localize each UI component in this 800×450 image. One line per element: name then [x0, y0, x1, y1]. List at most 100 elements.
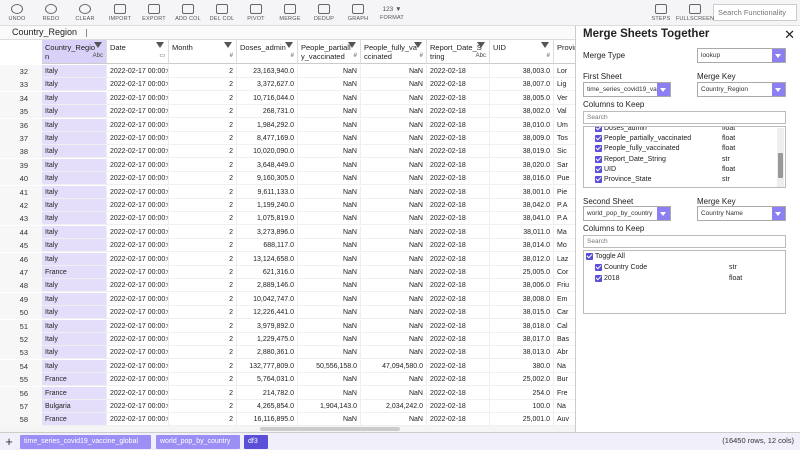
table-cell[interactable]: NaN — [298, 199, 361, 212]
table-cell[interactable]: 2022-02-17 00:00:00 — [107, 413, 169, 427]
table-cell[interactable]: 2022-02-18 — [427, 400, 490, 413]
table-cell[interactable]: P.A — [554, 212, 575, 226]
table-cell[interactable]: 2022-02-17 00:00:00 — [107, 225, 169, 239]
first-sheet-select[interactable]: time_series_covid19_va — [583, 82, 671, 97]
table-cell[interactable]: 2 — [169, 225, 237, 239]
table-cell[interactable]: Italy — [42, 225, 107, 239]
table-cell[interactable]: 23,163,940.0 — [237, 65, 298, 78]
table-cell[interactable]: 38,012.0 — [490, 252, 554, 266]
table-cell[interactable]: 38,007.0 — [490, 78, 554, 92]
table-cell[interactable]: 2022-02-17 00:00:00 — [107, 91, 169, 105]
column-header[interactable]: Provin — [554, 40, 575, 64]
table-cell[interactable]: Em — [554, 293, 575, 306]
table-cell[interactable]: 38,002.0 — [490, 105, 554, 119]
table-cell[interactable]: 2 — [169, 65, 237, 78]
table-cell[interactable]: NaN — [298, 333, 361, 346]
table-cell[interactable]: Pue — [554, 172, 575, 186]
table-cell[interactable]: 2 — [169, 105, 237, 119]
table-cell[interactable]: NaN — [361, 386, 427, 400]
table-cell[interactable]: 100.0 — [490, 400, 554, 413]
table-cell[interactable]: Cal — [554, 320, 575, 333]
table-cell[interactable]: 47,094,580.0 — [361, 359, 427, 373]
table-cell[interactable]: Ma — [554, 226, 575, 239]
table-cell[interactable]: NaN — [361, 185, 427, 199]
table-cell[interactable]: Ver — [554, 92, 575, 105]
table-cell[interactable]: 2022-02-18 — [427, 158, 490, 172]
table-cell[interactable]: Italy — [42, 65, 107, 78]
table-cell[interactable]: 2 — [169, 145, 237, 159]
table-cell[interactable]: 2 — [169, 78, 237, 92]
column-search-input-1[interactable] — [583, 111, 786, 124]
steps-button[interactable]: STEPS — [644, 0, 678, 26]
table-cell[interactable]: Italy — [42, 333, 107, 346]
close-icon[interactable]: ✕ — [784, 27, 795, 43]
table-cell[interactable]: 38,042.0 — [490, 199, 554, 212]
table-cell[interactable]: 2 — [169, 413, 237, 427]
table-cell[interactable]: 254.0 — [490, 386, 554, 400]
table-cell[interactable]: 2022-02-18 — [427, 333, 490, 346]
checkbox[interactable] — [595, 165, 602, 173]
table-cell[interactable]: 621,316.0 — [237, 266, 298, 279]
table-cell[interactable]: Bulgaria — [42, 400, 107, 413]
table-cell[interactable]: Na — [554, 360, 575, 373]
table-cell[interactable]: Italy — [42, 239, 107, 253]
table-cell[interactable]: Italy — [42, 252, 107, 266]
table-cell[interactable]: 10,716,044.0 — [237, 91, 298, 105]
table-cell[interactable]: NaN — [361, 132, 427, 145]
table-cell[interactable]: NaN — [361, 292, 427, 306]
table-cell[interactable]: 2022-02-17 00:00:00 — [107, 78, 169, 92]
table-cell[interactable]: 2 — [169, 346, 237, 360]
table-cell[interactable]: 2022-02-17 00:00:00 — [107, 252, 169, 266]
table-cell[interactable]: Sar — [554, 159, 575, 172]
column-list-item[interactable]: Report_Date_String str — [584, 155, 774, 165]
table-cell[interactable]: Lig — [554, 78, 575, 92]
table-cell[interactable]: 2022-02-18 — [427, 212, 490, 226]
table-cell[interactable]: NaN — [361, 413, 427, 427]
table-cell[interactable]: Italy — [42, 199, 107, 212]
table-cell[interactable]: Abr — [554, 346, 575, 360]
table-cell[interactable]: 1,904,143.0 — [298, 400, 361, 413]
table-cell[interactable]: 1,229,475.0 — [237, 333, 298, 346]
column-list-item[interactable]: 2018 float — [584, 274, 784, 284]
table-cell[interactable]: NaN — [298, 212, 361, 226]
table-cell[interactable]: NaN — [361, 333, 427, 346]
table-cell[interactable]: 268,731.0 — [237, 105, 298, 119]
table-cell[interactable]: 2 — [169, 373, 237, 387]
table-cell[interactable]: 2022-02-17 00:00:00 — [107, 172, 169, 186]
table-cell[interactable]: 2 — [169, 359, 237, 373]
table-cell[interactable]: Fre — [554, 387, 575, 400]
checkbox[interactable] — [595, 127, 602, 132]
table-cell[interactable]: NaN — [298, 266, 361, 279]
table-cell[interactable]: NaN — [298, 279, 361, 293]
table-cell[interactable]: 2022-02-18 — [427, 239, 490, 253]
table-cell[interactable]: 2,880,361.0 — [237, 346, 298, 360]
table-cell[interactable]: 2022-02-18 — [427, 199, 490, 212]
column-list-item[interactable]: UID float — [584, 165, 774, 175]
table-cell[interactable]: Mo — [554, 239, 575, 253]
table-cell[interactable]: 2 — [169, 158, 237, 172]
table-cell[interactable]: Bur — [554, 373, 575, 387]
table-cell[interactable]: 38,003.0 — [490, 65, 554, 78]
table-cell[interactable]: NaN — [298, 132, 361, 145]
table-cell[interactable]: 38,013.0 — [490, 346, 554, 360]
checkbox[interactable] — [595, 264, 602, 271]
table-cell[interactable]: NaN — [361, 212, 427, 226]
column-header[interactable]: Date ▭ — [107, 40, 169, 64]
table-cell[interactable]: NaN — [361, 105, 427, 119]
table-cell[interactable]: 2022-02-18 — [427, 105, 490, 119]
table-cell[interactable]: NaN — [298, 413, 361, 427]
table-cell[interactable]: 688,117.0 — [237, 239, 298, 253]
table-cell[interactable]: 2022-02-18 — [427, 78, 490, 92]
table-cell[interactable]: 2022-02-17 00:00:00 — [107, 333, 169, 346]
table-cell[interactable]: Lor — [554, 65, 575, 78]
graph-button[interactable]: GRAPH — [341, 0, 375, 26]
table-cell[interactable]: 2022-02-18 — [427, 386, 490, 400]
table-cell[interactable]: Italy — [42, 118, 107, 132]
column-list-item[interactable]: Province_State str — [584, 175, 774, 185]
merge-key-select-2[interactable]: Country Name — [697, 206, 786, 221]
sheet-tab[interactable]: world_pop_by_country — [156, 435, 240, 449]
table-cell[interactable]: 2022-02-17 00:00:00 — [107, 373, 169, 387]
table-cell[interactable]: NaN — [361, 373, 427, 387]
table-cell[interactable]: NaN — [361, 306, 427, 320]
table-cell[interactable]: 214,782.0 — [237, 386, 298, 400]
